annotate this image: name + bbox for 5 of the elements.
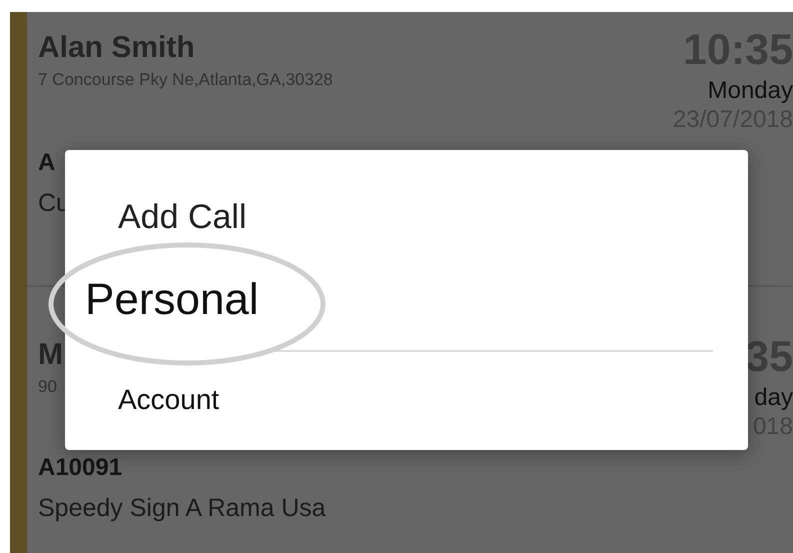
account-number: A (38, 148, 56, 178)
contact-name: Alan Smith (38, 30, 196, 66)
dialog-title: Add Call (118, 197, 247, 238)
call-day: Monday (708, 76, 793, 106)
dialog-option[interactable]: Account (118, 382, 220, 418)
